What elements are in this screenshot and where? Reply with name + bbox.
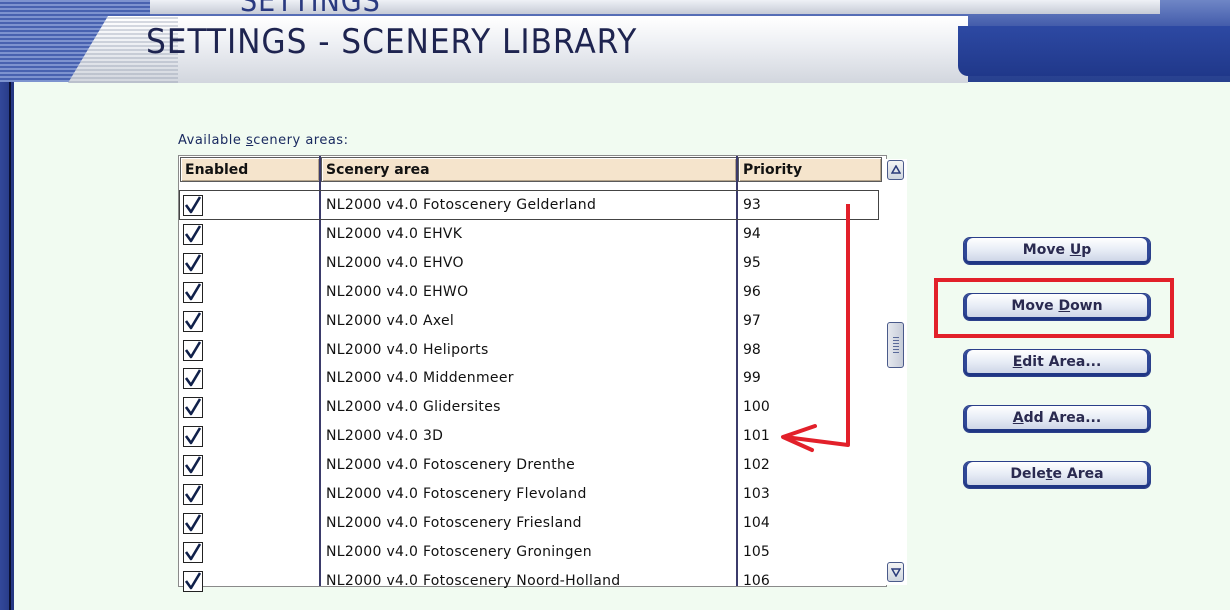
arrow-annotation bbox=[781, 204, 850, 452]
